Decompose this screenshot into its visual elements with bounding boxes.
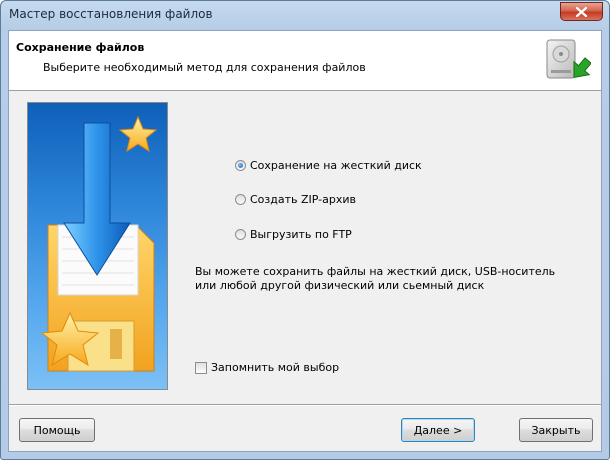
close-window-button[interactable] [560,2,603,21]
wizard-client-area: Сохранение файлов Выберите необходимый м… [8,30,602,452]
option-upload-ftp[interactable]: Выгрузить по FTP [235,228,352,241]
footer-separator [9,404,601,406]
floppy-download-arrow-icon [40,115,158,372]
hard-drive-save-icon [546,39,591,79]
radio-upload-ftp[interactable] [235,229,246,240]
wizard-header: Сохранение файлов Выберите необходимый м… [9,31,601,91]
remember-choice-row[interactable]: Запомнить мой выбор [195,361,339,374]
wizard-banner-image [27,102,168,390]
radio-create-zip[interactable] [235,194,246,205]
remember-choice-checkbox[interactable] [195,361,207,374]
option-save-to-disk-label: Сохранение на жесткий диск [250,159,422,172]
title-bar[interactable]: Мастер восстановления файлов [1,1,609,29]
page-subtitle: Выберите необходимый метод для сохранени… [43,61,366,74]
option-create-zip-label: Создать ZIP-архив [250,193,356,206]
remember-choice-label: Запомнить мой выбор [211,361,340,374]
description-text: Вы можете сохранить файлы на жесткий дис… [195,265,556,292]
window-title: Мастер восстановления файлов [9,7,213,21]
radio-save-to-disk[interactable] [235,160,246,171]
next-button[interactable]: Далее > [401,418,475,442]
wizard-window: Мастер восстановления файлов Сохранение … [0,0,610,460]
option-create-zip[interactable]: Создать ZIP-архив [235,193,356,206]
option-save-to-disk[interactable]: Сохранение на жесткий диск [235,159,422,172]
close-button[interactable]: Закрыть [519,418,593,442]
help-button[interactable]: Помощь [19,418,95,442]
option-upload-ftp-label: Выгрузить по FTP [250,228,352,241]
close-x-icon [576,6,587,17]
page-title: Сохранение файлов [16,41,145,54]
